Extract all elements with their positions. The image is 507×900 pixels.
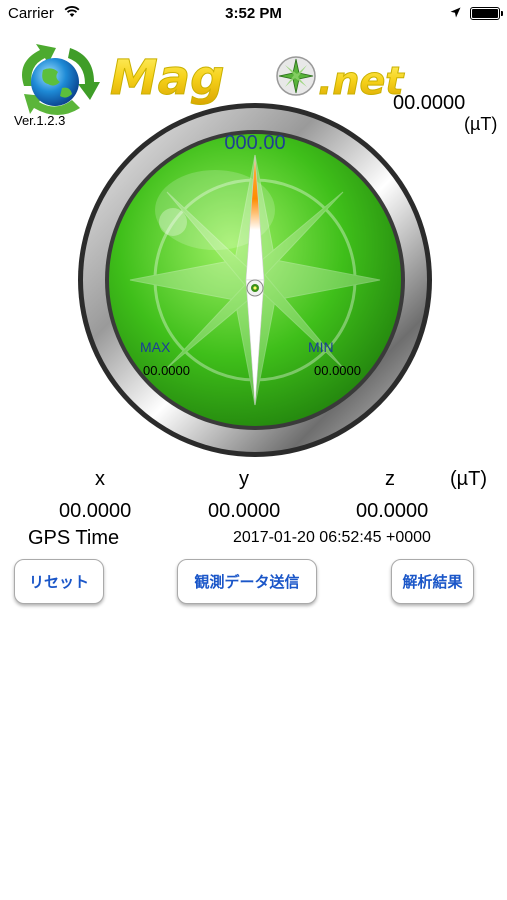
max-value: 00.0000 (143, 363, 190, 378)
max-label: MAX (140, 339, 171, 355)
axis-z-value: 00.0000 (356, 500, 429, 522)
brand-text: Mag (110, 50, 225, 106)
min-label: MIN (308, 339, 334, 355)
axis-y-value: 00.0000 (208, 500, 281, 522)
axis-x-label: x (95, 468, 105, 490)
version-label: Ver.1.2.3 (14, 113, 66, 128)
location-arrow-icon (450, 7, 461, 18)
status-time: 3:52 PM (225, 5, 282, 22)
send-data-button[interactable]: 観測データ送信 (177, 559, 317, 604)
brand-logo: Mag .net (110, 50, 406, 106)
gps-time-label: GPS Time (28, 527, 120, 549)
reset-button[interactable]: リセット (14, 559, 104, 604)
axis-y-label: y (239, 468, 249, 490)
status-bar: Carrier 3:52 PM (0, 0, 507, 28)
analysis-result-button[interactable]: 解析結果 (391, 559, 474, 604)
compass-rose-icon (276, 56, 316, 96)
gps-time-value: 2017-01-20 06:52:45 +0000 (233, 529, 431, 546)
min-value: 00.0000 (314, 363, 361, 378)
compass-heading: 000.00 (224, 132, 286, 154)
total-field-unit: (µT) (464, 114, 498, 134)
axis-unit-label: (µT) (450, 468, 488, 490)
axis-z-label: z (385, 468, 395, 490)
axis-x-value: 00.0000 (59, 500, 132, 522)
battery-icon (470, 7, 503, 20)
